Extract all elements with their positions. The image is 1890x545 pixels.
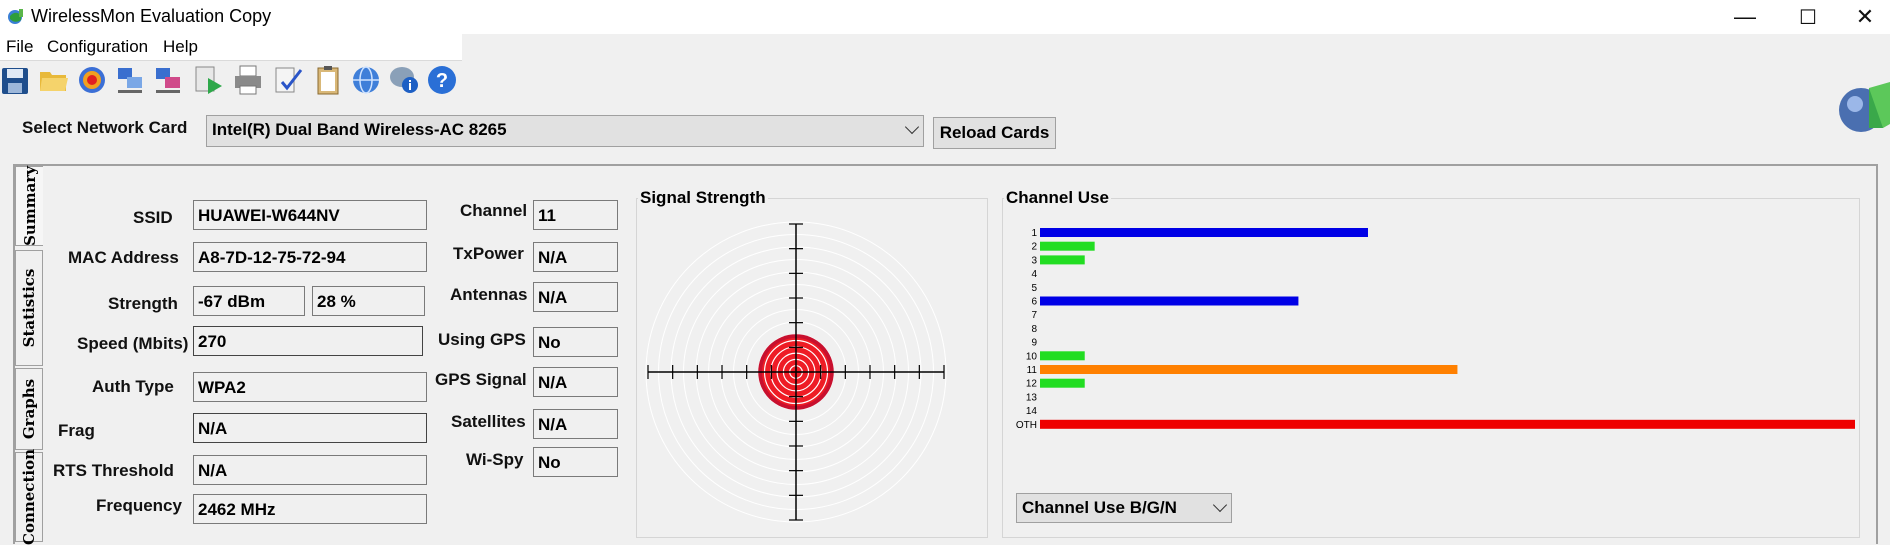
reload-cards-button[interactable]: Reload Cards [933,117,1056,149]
menu-file[interactable]: File [6,37,33,57]
channel-tick-label: OTH [1016,420,1037,431]
mac-address-label: MAC Address [68,248,179,267]
wirelessmon-logo-icon [1839,82,1890,132]
info-chat-icon[interactable] [388,64,420,96]
channel-use-mode-select[interactable]: Channel Use B/G/N [1016,493,1232,523]
frag-field: N/A [193,413,427,443]
speed-label: Speed (Mbits) [77,334,189,353]
select-network-card-label: Select Network Card [22,118,188,137]
auth-type-label: Auth Type [92,377,174,396]
open-folder-icon[interactable] [38,64,70,96]
channel-tick-label: 11 [1027,365,1038,376]
network-card-select[interactable]: Intel(R) Dual Band Wireless-AC 8265 [206,115,924,147]
channel-use-chart: 1234567891011121314OTH [1016,228,1855,431]
channel-tick-label: 8 [1031,324,1037,335]
ssid-label: SSID [133,208,173,227]
strength-label: Strength [108,294,178,313]
minimize-button[interactable]: — [1716,0,1774,34]
antennas-field: N/A [533,282,618,312]
wi-spy-label: Wi-Spy [466,450,524,469]
frag-label: Frag [58,421,95,440]
close-button[interactable]: ✕ [1836,0,1890,34]
channel-field: 11 [533,200,618,230]
speed-field: 270 [193,326,423,356]
rts-threshold-field: N/A [193,455,427,485]
channel-bar [1040,378,1085,388]
tab-summary[interactable]: Summary [15,166,43,246]
tab-connection[interactable]: Connection [15,449,43,545]
channel-tick-label: 5 [1031,283,1037,294]
window-title: WirelessMon Evaluation Copy [31,6,272,26]
satellites-field: N/A [533,409,618,439]
ssid-field: HUAWEI-W644NV [193,200,427,230]
channel-bar [1040,241,1095,251]
menu-configuration[interactable]: Configuration [47,37,148,57]
txpower-field: N/A [533,242,618,272]
menu-help[interactable]: Help [163,37,198,57]
gps-signal-label: GPS Signal [435,370,527,389]
target-icon[interactable] [76,64,108,96]
channel-tick-label: 14 [1026,406,1038,417]
auth-type-field: WPA2 [193,372,427,402]
satellites-label: Satellites [451,412,526,431]
menu-bar: File Configuration Help [0,34,462,61]
channel-tick-label: 6 [1031,297,1037,308]
channel-tick-label: 9 [1031,338,1037,349]
channel-use-mode-selected: Channel Use B/G/N [1022,498,1177,517]
channel-tick-label: 2 [1031,242,1037,253]
check-report-icon[interactable] [272,64,304,96]
channel-tick-label: 1 [1031,228,1037,239]
channel-use-title: Channel Use [1004,188,1111,208]
rts-threshold-label: RTS Threshold [53,461,174,480]
channel-tick-label: 4 [1031,269,1037,280]
mac-address-field: A8-7D-12-75-72-94 [193,242,427,272]
globe-icon[interactable] [350,64,382,96]
channel-bar [1040,228,1368,237]
using-gps-field: No [533,327,618,357]
channel-tick-label: 10 [1026,351,1038,362]
signal-strength-title: Signal Strength [638,188,768,208]
strength-percent-field: 28 % [312,286,425,316]
maximize-button[interactable]: ☐ [1779,0,1837,34]
channel-bar [1040,351,1085,361]
help-icon[interactable]: ? [426,64,458,96]
antennas-label: Antennas [450,285,528,304]
app-icon [8,9,23,24]
strength-dbm-field: -67 dBm [193,286,305,316]
clipboard-icon[interactable] [312,64,344,96]
wi-spy-field: No [533,447,618,477]
channel-bar [1040,419,1855,429]
channel-tick-label: 7 [1031,310,1037,321]
tab-graphs[interactable]: Graphs [15,368,43,450]
gps-signal-field: N/A [533,367,618,397]
channel-label: Channel [460,201,528,220]
frequency-label: Frequency [96,496,182,515]
chevron-down-icon [904,119,920,135]
channel-tick-label: 12 [1026,379,1038,390]
channel-bar [1040,296,1299,306]
play-log-icon[interactable] [192,64,224,96]
title-bar: WirelessMon Evaluation Copy — ☐ ✕ [0,0,1890,34]
network-card-selected: Intel(R) Dual Band Wireless-AC 8265 [212,120,507,139]
channel-bar [1040,255,1085,265]
txpower-label: TxPower [453,244,524,263]
save-icon[interactable] [0,64,32,96]
printer-icon[interactable] [232,64,264,96]
channel-tick-label: 3 [1031,255,1037,266]
tab-statistics[interactable]: Statistics [15,250,43,366]
channel-bar [1040,365,1458,374]
using-gps-label: Using GPS [438,330,526,349]
network-cards-icon[interactable] [114,64,146,96]
network-cards-alt-icon[interactable] [152,64,184,96]
channel-tick-label: 13 [1026,392,1038,403]
signal-strength-radar [645,221,947,523]
chevron-down-icon [1212,497,1228,513]
svg-text:?: ? [436,70,448,92]
frequency-field: 2462 MHz [193,494,427,524]
